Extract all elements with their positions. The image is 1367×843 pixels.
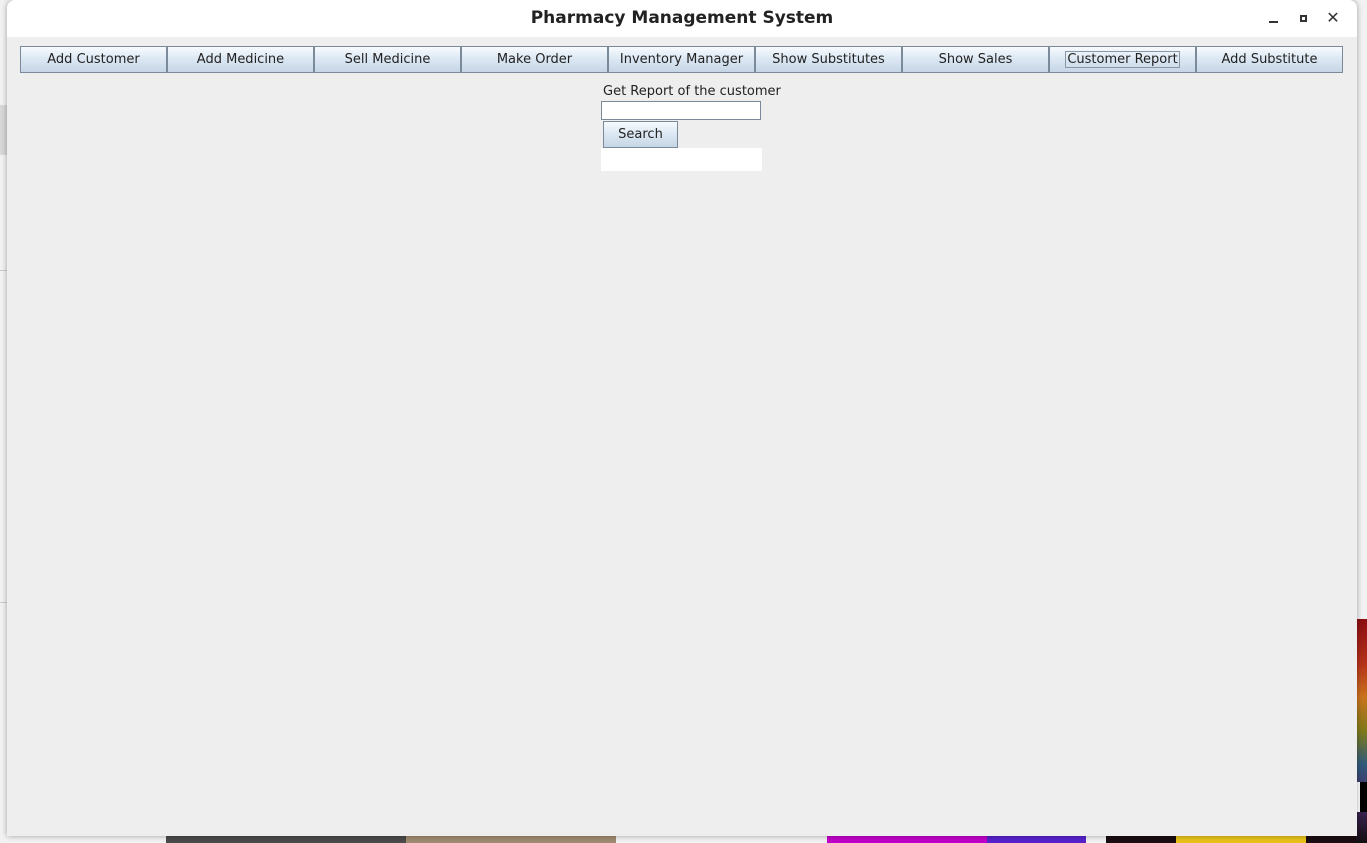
background-image-fragment — [987, 836, 1086, 843]
main-toolbar: Add Customer Add Medicine Sell Medicine … — [20, 46, 1343, 73]
add-customer-button[interactable]: Add Customer — [20, 46, 167, 73]
add-substitute-button[interactable]: Add Substitute — [1196, 46, 1343, 73]
customer-report-label: Customer Report — [1065, 51, 1180, 68]
make-order-button[interactable]: Make Order — [461, 46, 608, 73]
show-substitutes-label: Show Substitutes — [772, 52, 885, 67]
add-medicine-button[interactable]: Add Medicine — [167, 46, 314, 73]
customer-search-input[interactable] — [601, 101, 761, 120]
title-bar[interactable]: Pharmacy Management System ✕ — [7, 0, 1357, 37]
background-image-fragment — [1357, 782, 1367, 812]
search-button[interactable]: Search — [603, 121, 678, 148]
add-medicine-label: Add Medicine — [196, 52, 285, 67]
show-sales-label: Show Sales — [938, 52, 1013, 67]
minimize-icon[interactable] — [1263, 8, 1283, 28]
customer-report-button[interactable]: Customer Report — [1049, 46, 1196, 73]
background-image-fragment — [827, 836, 987, 843]
add-customer-label: Add Customer — [47, 52, 140, 67]
report-label: Get Report of the customer — [603, 84, 781, 99]
sell-medicine-button[interactable]: Sell Medicine — [314, 46, 461, 73]
sell-medicine-label: Sell Medicine — [344, 52, 431, 67]
make-order-label: Make Order — [496, 52, 573, 67]
inventory-manager-button[interactable]: Inventory Manager — [608, 46, 755, 73]
search-button-label: Search — [618, 127, 663, 142]
maximize-icon[interactable] — [1293, 8, 1313, 28]
background-image-fragment — [166, 836, 406, 843]
background-image-fragment — [406, 836, 616, 843]
close-icon[interactable]: ✕ — [1323, 8, 1343, 28]
show-sales-button[interactable]: Show Sales — [902, 46, 1049, 73]
report-result-area — [601, 148, 762, 171]
add-substitute-label: Add Substitute — [1221, 52, 1318, 67]
background-image-fragment — [1176, 836, 1306, 843]
app-window: Pharmacy Management System ✕ Add Custome… — [7, 0, 1357, 836]
window-title: Pharmacy Management System — [530, 8, 834, 28]
show-substitutes-button[interactable]: Show Substitutes — [755, 46, 902, 73]
inventory-manager-label: Inventory Manager — [619, 52, 744, 67]
